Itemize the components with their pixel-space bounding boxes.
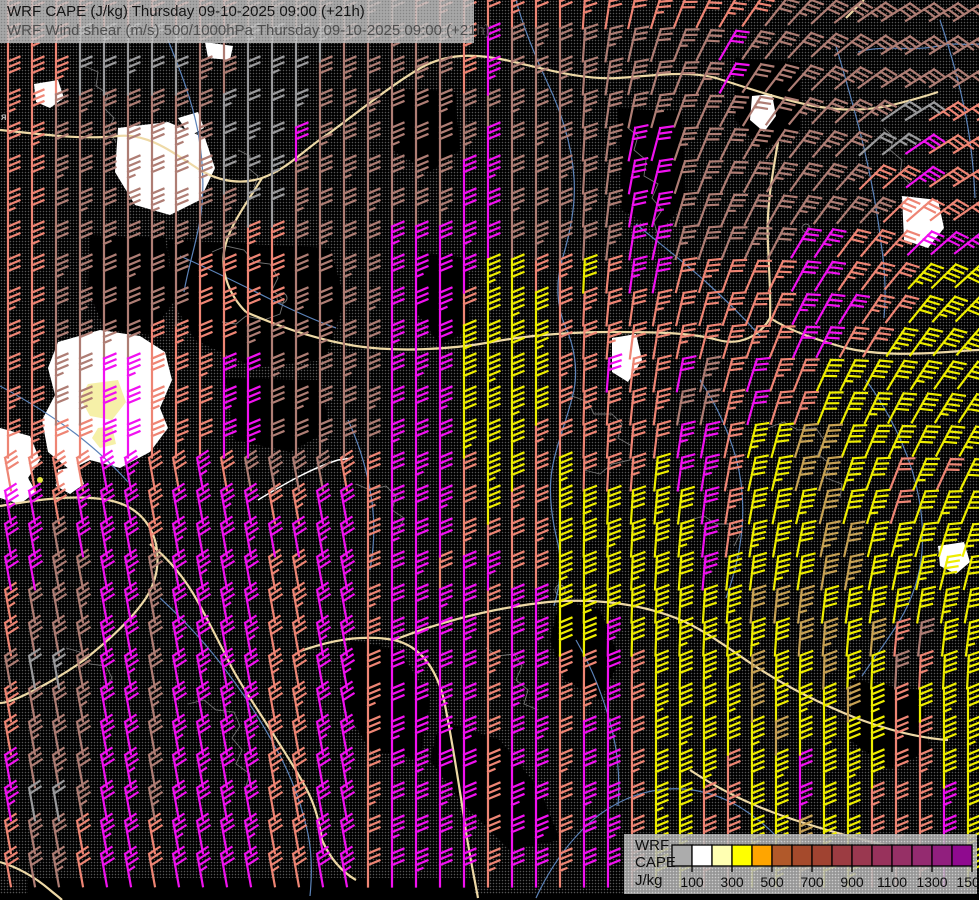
legend-color-box [712,845,732,866]
legend-color-box [832,845,852,866]
legend-color-box [852,845,872,866]
title-line-cape: WRF CAPE (J/kg) Thursday 09-10-2025 09:0… [7,2,474,21]
legend-color-box [772,845,792,866]
legend-tick-label: 500 [760,874,784,890]
title-line-windshear: WRF Wind shear (m/s) 500/1000hPa Thursda… [7,21,474,40]
weather-map-screen: я WRF CAPE (J/kg) Thursday 09-10-2025 09… [0,0,979,900]
legend-color-box [872,845,892,866]
legend-tick-label: 100 [680,874,704,890]
wind-barbs-layer [5,0,979,886]
legend-tick-label: 1500 [956,874,977,890]
legend-color-box [932,845,952,866]
legend-tick-label: 300 [720,874,744,890]
legend-color-box [892,845,912,866]
partial-place-label: я [1,112,6,123]
legend-color-scale: 100 300 500 700 900 1100 1300 1500 [624,834,977,894]
legend-color-box [912,845,932,866]
legend-label-unit: J/kg [635,872,663,889]
legend-label-wrf: WRF [635,837,669,854]
map-canvas [0,0,979,900]
title-box: WRF CAPE (J/kg) Thursday 09-10-2025 09:0… [0,0,474,43]
legend-tick-label: 1300 [916,874,947,890]
legend-color-box [752,845,772,866]
legend-color-box [952,845,972,866]
legend-color-box [812,845,832,866]
legend-color-box [732,845,752,866]
legend-color-box [792,845,812,866]
legend-tick-label: 900 [840,874,864,890]
legend-label-cape: CAPE [635,854,676,871]
wind-barb-group-k [751,424,886,886]
legend-tick-label: 700 [800,874,824,890]
cape-legend: WRF CAPE J/kg 100 300 500 700 900 1100 1300 150… [624,834,977,894]
legend-tick-label: 1100 [877,874,907,890]
legend-color-box [692,845,712,866]
